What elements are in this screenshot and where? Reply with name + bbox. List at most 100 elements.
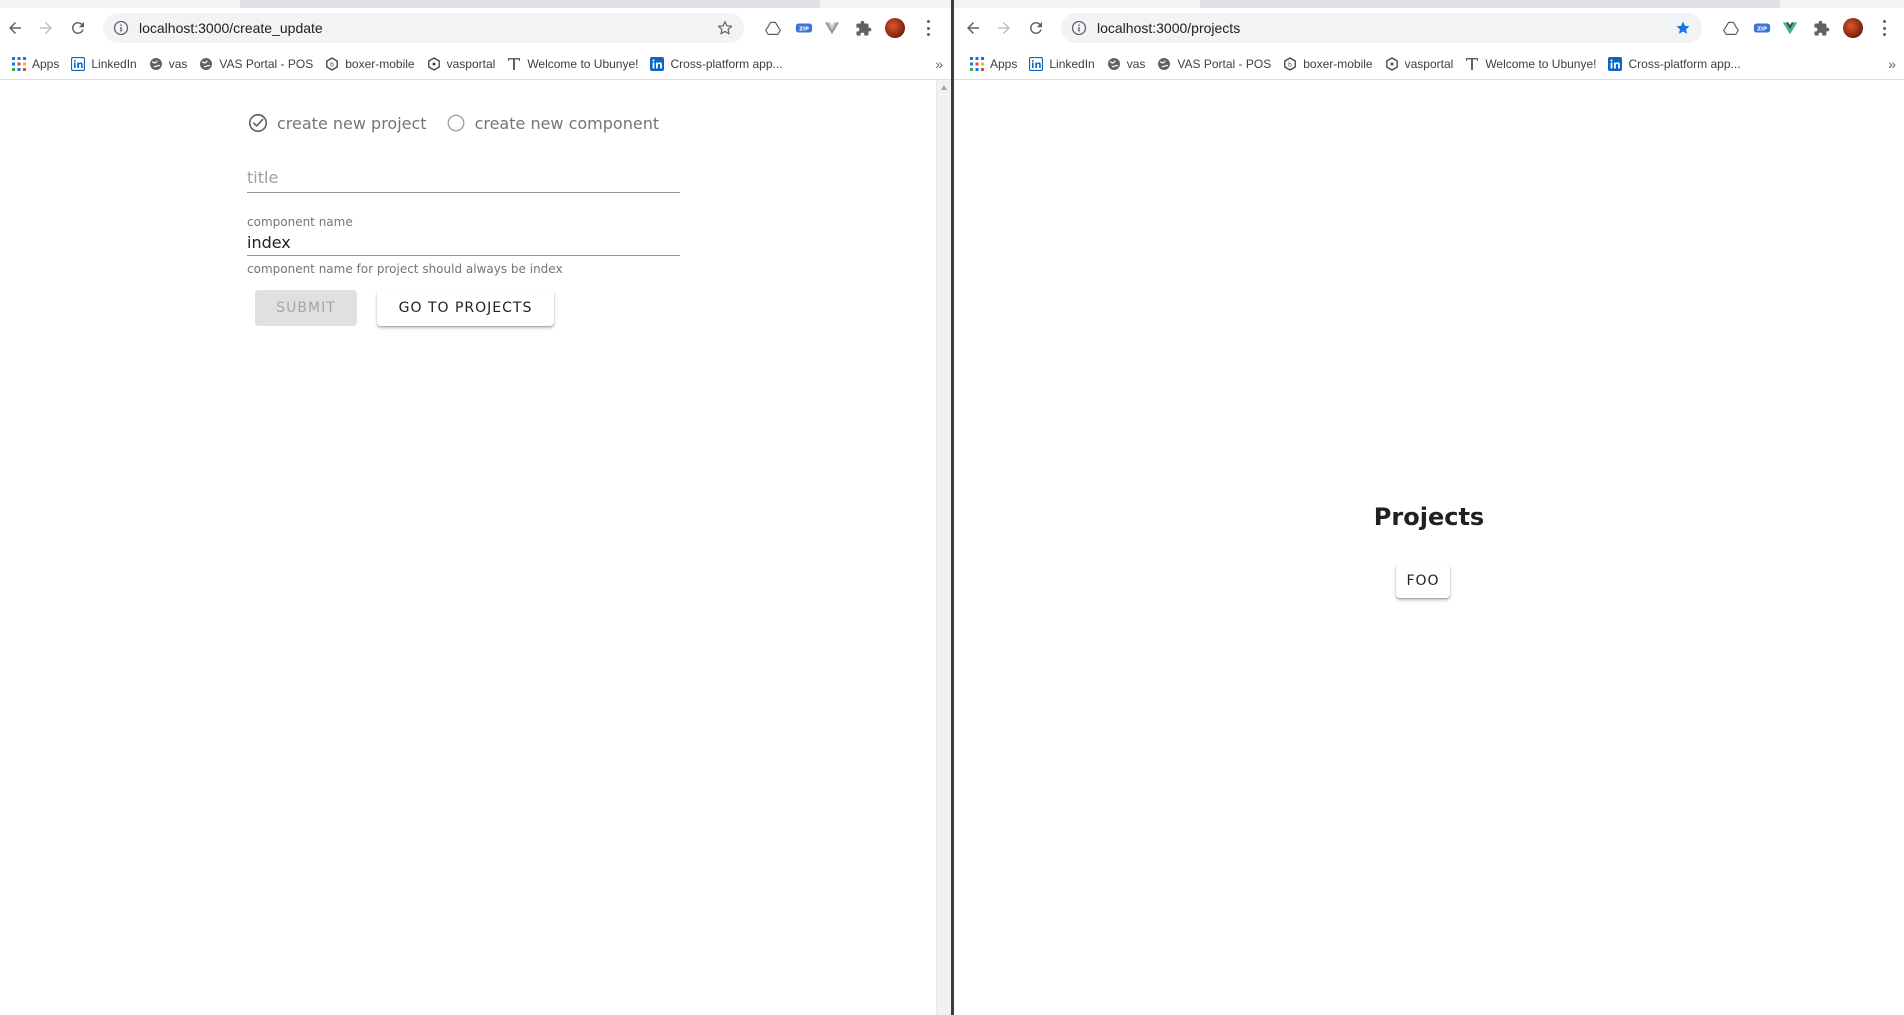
component-name-label: component name — [247, 215, 353, 229]
bookmark-label: Welcome to Ubunye! — [1485, 56, 1597, 71]
zip-icon[interactable]: ZIP — [794, 18, 814, 38]
kebab-menu-icon[interactable] — [918, 18, 938, 38]
address-bar[interactable]: localhost:3000/projects — [1061, 13, 1702, 43]
project-button-foo[interactable]: FOO — [1396, 564, 1450, 598]
bookmark-boxer-mobile[interactable]: b boxer-mobile — [319, 52, 420, 76]
page-title: Projects — [1373, 503, 1485, 531]
address-bar[interactable]: localhost:3000/create_update — [103, 13, 744, 43]
bookmark-label: VAS Portal - POS — [219, 56, 314, 71]
tab-edge — [1200, 0, 1780, 8]
serif-t-icon — [1465, 57, 1479, 71]
profile-avatar[interactable] — [1843, 18, 1863, 38]
bookmark-vas-portal-pos[interactable]: VAS Portal - POS — [193, 52, 319, 76]
star-icon[interactable] — [716, 19, 734, 37]
forward-arrow-icon[interactable] — [34, 16, 58, 40]
create-update-form: create new project create new component … — [247, 110, 680, 326]
vue-devtools-icon[interactable] — [822, 18, 842, 38]
tab-strip — [954, 0, 1904, 8]
linkedin-icon — [650, 56, 665, 71]
bookmark-vas-portal-pos[interactable]: VAS Portal - POS — [1151, 52, 1277, 76]
title-input[interactable] — [247, 162, 680, 192]
browser-window-right: localhost:3000/projects ZIP Apps LinkedI… — [954, 0, 1904, 1015]
zip-icon[interactable]: ZIP — [1752, 18, 1772, 38]
bookmark-label: vasportal — [1404, 56, 1454, 71]
browser-toolbar: localhost:3000/create_update ZIP — [0, 8, 951, 48]
page-viewport: Projects FOO — [954, 80, 1904, 1015]
bookmark-linkedin[interactable]: LinkedIn — [1023, 52, 1100, 76]
bookmark-welcome-to-ubunye[interactable]: Welcome to Ubunye! — [501, 52, 644, 76]
back-arrow-icon[interactable] — [3, 16, 27, 40]
radio-create-new-project[interactable]: create new project — [247, 112, 427, 134]
linkedin-icon — [71, 56, 86, 71]
tab-edge — [240, 0, 820, 8]
bookmark-boxer-mobile[interactable]: b boxer-mobile — [1277, 52, 1378, 76]
bookmark-vas[interactable]: vas — [143, 52, 194, 76]
radio-label: create new project — [277, 113, 427, 133]
apps-grid-icon — [970, 56, 984, 71]
title-field — [247, 162, 680, 193]
info-icon[interactable] — [113, 20, 129, 36]
bookmark-linkedin[interactable]: LinkedIn — [65, 52, 142, 76]
info-icon[interactable] — [1071, 20, 1087, 36]
puzzle-extensions-icon[interactable] — [853, 18, 873, 38]
browser-window-left: localhost:3000/create_update ZIP Apps Li… — [0, 0, 951, 1015]
component-name-input[interactable] — [247, 229, 680, 255]
bookmark-label: LinkedIn — [1049, 56, 1095, 71]
bookmark-apps[interactable]: Apps — [964, 52, 1023, 76]
bookmark-label: boxer-mobile — [1303, 56, 1373, 71]
bookmark-label: Cross-platform app... — [1628, 56, 1741, 71]
reload-icon[interactable] — [66, 16, 90, 40]
bookmarks-bar: Apps LinkedIn vas VAS Portal - POS b box… — [954, 48, 1904, 80]
bookmark-label: VAS Portal - POS — [1177, 56, 1272, 71]
hexagon-icon: b — [325, 56, 339, 71]
check-circle-icon — [248, 113, 268, 133]
go-to-projects-button[interactable]: GO TO PROJECTS — [377, 290, 554, 326]
svg-text:ZIP: ZIP — [799, 27, 809, 33]
page-viewport: create new project create new component … — [0, 80, 951, 1015]
kebab-menu-icon[interactable] — [1874, 18, 1894, 38]
component-name-field: component name — [247, 215, 680, 256]
puzzle-extensions-icon[interactable] — [1811, 18, 1831, 38]
bookmark-label: Welcome to Ubunye! — [527, 56, 639, 71]
globe-icon — [199, 57, 213, 71]
bookmark-label: LinkedIn — [91, 56, 137, 71]
submit-button[interactable]: SUBMIT — [255, 290, 357, 326]
reload-icon[interactable] — [1024, 16, 1048, 40]
linkedin-icon — [1608, 56, 1623, 71]
vue-devtools-icon[interactable] — [1780, 18, 1800, 38]
vertical-scrollbar[interactable] — [936, 80, 951, 1015]
empty-circle-icon — [447, 114, 464, 132]
radio-create-new-component[interactable]: create new component — [445, 112, 659, 134]
serif-t-icon — [507, 57, 521, 71]
bookmark-apps[interactable]: Apps — [6, 52, 65, 76]
forward-arrow-icon[interactable] — [992, 16, 1016, 40]
bookmark-label: vas — [1126, 56, 1146, 71]
url-text[interactable]: localhost:3000/create_update — [139, 20, 323, 36]
star-icon[interactable] — [1674, 19, 1692, 37]
scroll-up-arrow-icon[interactable] — [941, 85, 947, 90]
bookmark-label: Apps — [32, 56, 60, 71]
bookmarks-overflow-button[interactable]: » — [1888, 56, 1896, 72]
bookmarks-overflow-button[interactable]: » — [935, 56, 943, 72]
drive-icon[interactable] — [763, 18, 783, 38]
component-name-helper-text: component name for project should always… — [247, 262, 563, 276]
hexagon-icon: b — [1283, 56, 1297, 71]
drive-icon[interactable] — [1721, 18, 1741, 38]
bookmark-label: boxer-mobile — [345, 56, 415, 71]
bookmark-vasportal[interactable]: vasportal — [1379, 52, 1460, 76]
tab-strip — [0, 0, 951, 8]
bookmark-vas[interactable]: vas — [1101, 52, 1152, 76]
globe-icon — [1157, 57, 1171, 71]
project-type-radio-group: create new project create new component — [247, 110, 680, 136]
svg-text:ZIP: ZIP — [1757, 27, 1767, 33]
bookmark-vasportal[interactable]: vasportal — [421, 52, 502, 76]
bookmark-label: vasportal — [446, 56, 496, 71]
bookmarks-bar: Apps LinkedIn vas VAS Portal - POS b box… — [0, 48, 951, 80]
bookmark-cross-platform-app[interactable]: Cross-platform app... — [1602, 52, 1746, 76]
profile-avatar[interactable] — [885, 18, 905, 38]
back-arrow-icon[interactable] — [961, 16, 985, 40]
bookmark-cross-platform-app[interactable]: Cross-platform app... — [644, 52, 788, 76]
apps-grid-icon — [12, 56, 26, 71]
bookmark-welcome-to-ubunye[interactable]: Welcome to Ubunye! — [1459, 52, 1602, 76]
url-text[interactable]: localhost:3000/projects — [1097, 20, 1240, 36]
